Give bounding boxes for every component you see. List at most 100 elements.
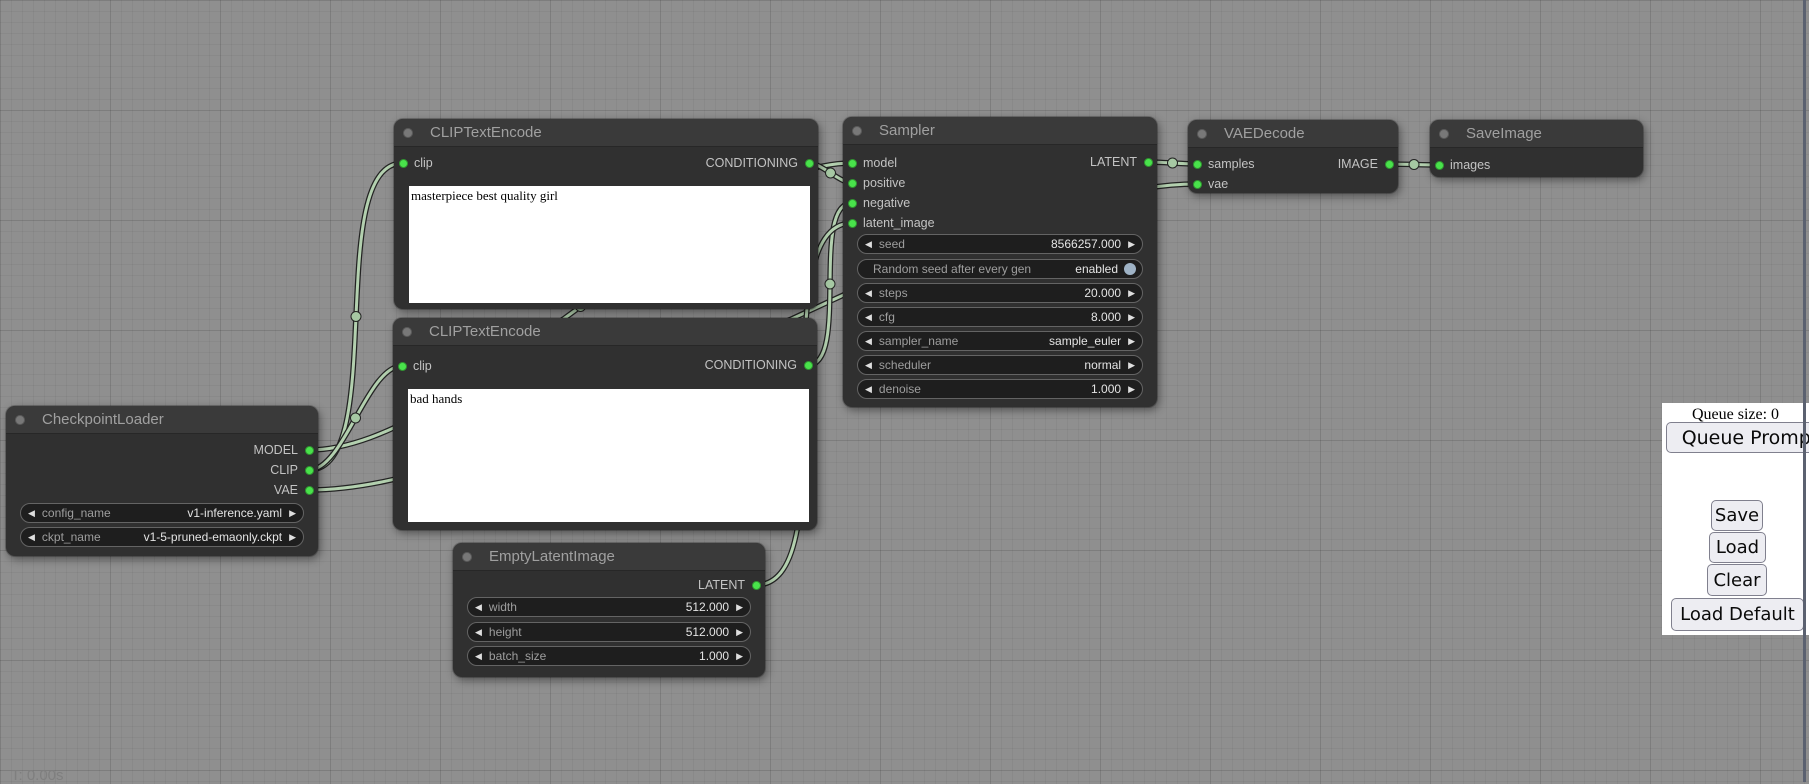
node-clip-text-encode-positive[interactable]: CLIPTextEncodeclipCONDITIONINGmasterpiec… xyxy=(394,119,818,309)
node-vae-decode[interactable]: VAEDecodesamplesvaeIMAGE xyxy=(1188,120,1398,193)
node-title-bar[interactable]: SaveImage xyxy=(1430,120,1643,148)
input-slot-dot-clip[interactable] xyxy=(398,362,407,371)
save-button[interactable]: Save xyxy=(1711,500,1763,531)
input-slot-dot-model[interactable] xyxy=(848,159,857,168)
queue-menu-panel: Queue size: 0 Queue Prompt Save Load Cle… xyxy=(1662,403,1809,635)
output-slot-dot-MODEL[interactable] xyxy=(305,446,314,455)
widget-cfg[interactable]: ◀cfg8.000▶ xyxy=(857,307,1143,327)
input-slot-dot-latent_image[interactable] xyxy=(848,219,857,228)
input-slot-label: latent_image xyxy=(863,213,935,233)
widget-ckpt_name[interactable]: ◀ckpt_namev1-5-pruned-emaonly.ckpt▶ xyxy=(20,527,304,547)
decrement-arrow-icon[interactable]: ◀ xyxy=(21,528,42,546)
collapse-dot-icon[interactable] xyxy=(402,327,412,337)
output-slot-dot-LATENT[interactable] xyxy=(1144,158,1153,167)
output-slot-dot-CLIP[interactable] xyxy=(305,466,314,475)
widget-scheduler[interactable]: ◀schedulernormal▶ xyxy=(857,355,1143,375)
increment-arrow-icon[interactable]: ▶ xyxy=(1121,380,1142,398)
decrement-arrow-icon[interactable]: ◀ xyxy=(858,308,879,326)
output-slot-dot-IMAGE[interactable] xyxy=(1385,160,1394,169)
node-save-image[interactable]: SaveImageimages xyxy=(1430,120,1643,177)
increment-arrow-icon[interactable]: ▶ xyxy=(729,647,750,665)
widget-value: sample_euler xyxy=(1049,334,1121,348)
load-button[interactable]: Load xyxy=(1709,532,1766,563)
widget-config_name[interactable]: ◀config_namev1-inference.yaml▶ xyxy=(20,503,304,523)
widget-sampler_name[interactable]: ◀sampler_namesample_euler▶ xyxy=(857,331,1143,351)
widget-value: enabled xyxy=(1075,262,1118,276)
node-title-bar[interactable]: Sampler xyxy=(843,117,1157,145)
link-midpoint-dot[interactable] xyxy=(1409,160,1419,170)
node-checkpoint-loader[interactable]: CheckpointLoaderMODELCLIPVAE◀config_name… xyxy=(6,406,318,556)
output-slot-dot-LATENT[interactable] xyxy=(752,581,761,590)
widget-label: denoise xyxy=(879,382,921,396)
link-midpoint-dot[interactable] xyxy=(351,312,361,322)
right-scrollbar[interactable] xyxy=(1803,0,1806,782)
collapse-dot-icon[interactable] xyxy=(403,128,413,138)
widget-label: config_name xyxy=(42,506,111,520)
output-slot-dot-CONDITIONING[interactable] xyxy=(804,361,813,370)
prompt-textarea[interactable]: masterpiece best quality girl xyxy=(409,186,810,303)
collapse-dot-icon[interactable] xyxy=(852,126,862,136)
input-slot-dot-negative[interactable] xyxy=(848,199,857,208)
input-slot-dot-images[interactable] xyxy=(1435,161,1444,170)
increment-arrow-icon[interactable]: ▶ xyxy=(1121,235,1142,253)
widget-steps[interactable]: ◀steps20.000▶ xyxy=(857,283,1143,303)
input-slot-dot-clip[interactable] xyxy=(399,159,408,168)
link-midpoint-dot[interactable] xyxy=(825,279,835,289)
widget-seed[interactable]: ◀seed8566257.000▶ xyxy=(857,234,1143,254)
node-title-label: CLIPTextEncode xyxy=(430,119,542,147)
increment-arrow-icon[interactable]: ▶ xyxy=(729,623,750,641)
input-slot-dot-positive[interactable] xyxy=(848,179,857,188)
increment-arrow-icon[interactable]: ▶ xyxy=(282,528,303,546)
output-slot-label: LATENT xyxy=(698,575,745,595)
decrement-arrow-icon[interactable]: ◀ xyxy=(858,356,879,374)
clear-button[interactable]: Clear xyxy=(1707,564,1767,596)
node-title-bar[interactable]: VAEDecode xyxy=(1188,120,1398,148)
collapse-dot-icon[interactable] xyxy=(462,552,472,562)
decrement-arrow-icon[interactable]: ◀ xyxy=(468,623,489,641)
widget-value: 512.000 xyxy=(686,600,729,614)
decrement-arrow-icon[interactable]: ◀ xyxy=(21,504,42,522)
node-empty-latent-image[interactable]: EmptyLatentImage LATENT◀width512.000▶ ◀hei… xyxy=(453,543,765,677)
load-default-button[interactable]: Load Default xyxy=(1671,598,1804,631)
toggle-dot[interactable] xyxy=(1124,263,1136,275)
node-title-bar[interactable]: CLIPTextEncode xyxy=(393,318,817,346)
increment-arrow-icon[interactable]: ▶ xyxy=(1121,284,1142,302)
collapse-dot-icon[interactable] xyxy=(1197,129,1207,139)
output-slot-dot-VAE[interactable] xyxy=(305,486,314,495)
increment-arrow-icon[interactable]: ▶ xyxy=(1121,308,1142,326)
node-title-bar[interactable]: CLIPTextEncode xyxy=(394,119,818,147)
widget-random-seed-after-every-gen[interactable]: Random seed after every genenabled xyxy=(857,259,1143,279)
decrement-arrow-icon[interactable]: ◀ xyxy=(858,332,879,350)
input-slot-dot-samples[interactable] xyxy=(1193,160,1202,169)
widget-batch_size[interactable]: ◀batch_size1.000▶ xyxy=(467,646,751,666)
collapse-dot-icon[interactable] xyxy=(1439,129,1449,139)
node-title-label: VAEDecode xyxy=(1224,120,1305,148)
widget-width[interactable]: ◀width512.000▶ xyxy=(467,597,751,617)
increment-arrow-icon[interactable]: ▶ xyxy=(1121,332,1142,350)
decrement-arrow-icon[interactable]: ◀ xyxy=(858,284,879,302)
node-sampler[interactable]: Samplermodelpositivenegativelatent_image… xyxy=(843,117,1157,407)
decrement-arrow-icon[interactable]: ◀ xyxy=(858,380,879,398)
link-midpoint-dot[interactable] xyxy=(826,168,836,178)
link-midpoint-dot[interactable] xyxy=(1168,158,1178,168)
decrement-arrow-icon[interactable]: ◀ xyxy=(468,647,489,665)
decrement-arrow-icon[interactable]: ◀ xyxy=(468,598,489,616)
increment-arrow-icon[interactable]: ▶ xyxy=(282,504,303,522)
node-clip-text-encode-negative[interactable]: CLIPTextEncodeclipCONDITIONINGbad hands xyxy=(393,318,817,530)
prompt-textarea[interactable]: bad hands xyxy=(408,389,809,522)
queue-prompt-button[interactable]: Queue Prompt xyxy=(1666,422,1809,453)
node-title-bar[interactable]: CheckpointLoader xyxy=(6,406,318,434)
widget-label: batch_size xyxy=(489,649,546,663)
increment-arrow-icon[interactable]: ▶ xyxy=(1121,356,1142,374)
collapse-dot-icon[interactable] xyxy=(15,415,25,425)
output-slot-dot-CONDITIONING[interactable] xyxy=(805,159,814,168)
increment-arrow-icon[interactable]: ▶ xyxy=(729,598,750,616)
node-title-label: CLIPTextEncode xyxy=(429,318,541,346)
link-midpoint-dot[interactable] xyxy=(351,413,361,423)
output-slot-label: CONDITIONING xyxy=(706,153,798,173)
input-slot-dot-vae[interactable] xyxy=(1193,180,1202,189)
widget-height[interactable]: ◀height512.000▶ xyxy=(467,622,751,642)
decrement-arrow-icon[interactable]: ◀ xyxy=(858,235,879,253)
widget-denoise[interactable]: ◀denoise1.000▶ xyxy=(857,379,1143,399)
node-title-bar[interactable]: EmptyLatentImage xyxy=(453,543,765,571)
